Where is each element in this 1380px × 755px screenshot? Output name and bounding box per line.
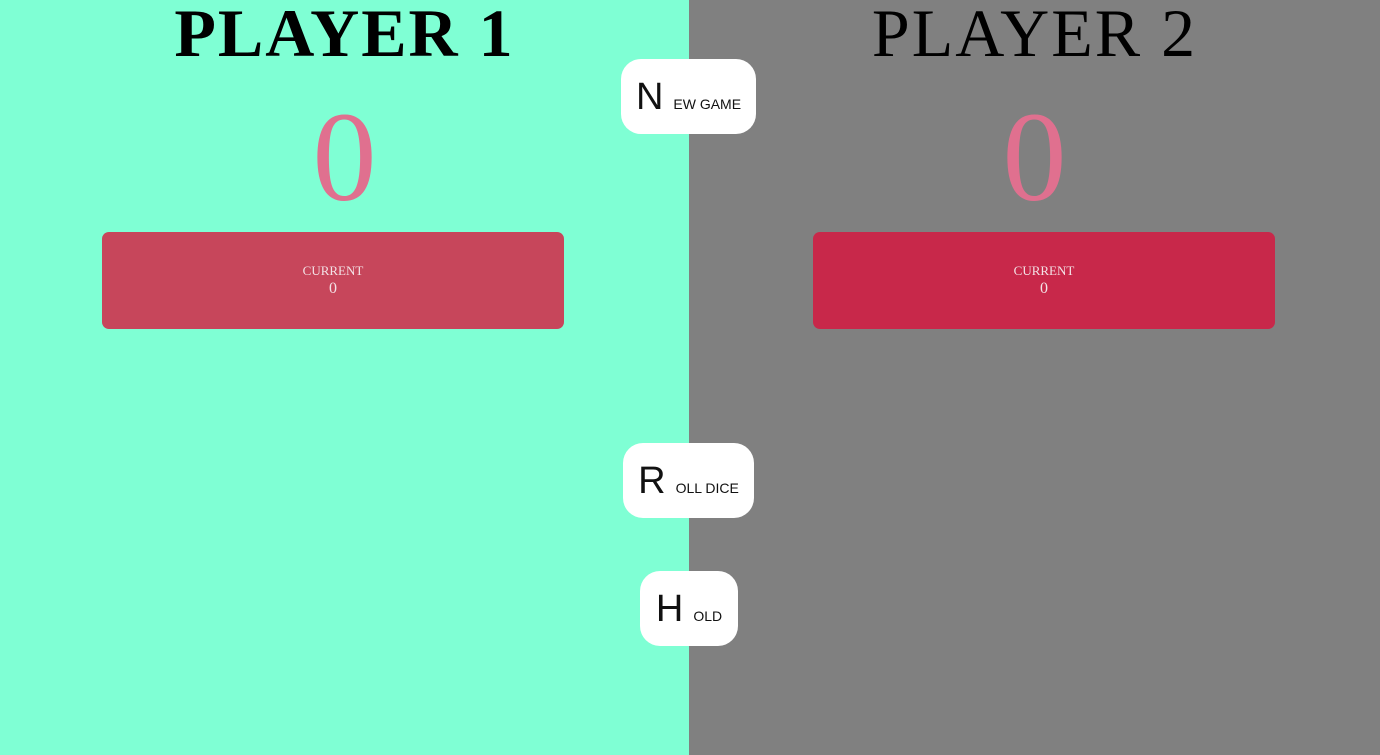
player-1-current-box: Current 0: [102, 232, 564, 329]
player-1-name: PLAYER 1: [174, 0, 515, 71]
new-game-button-initial: N: [635, 75, 664, 118]
hold-button[interactable]: H OLD: [640, 571, 738, 646]
player-2-current-box: Current 0: [813, 232, 1275, 329]
player-2-name: PLAYER 2: [871, 0, 1198, 71]
player-1-current-label: Current: [302, 263, 364, 278]
new-game-button[interactable]: N EW GAME: [621, 59, 756, 134]
player-1-score: 0: [312, 86, 377, 228]
player-1-current-score: 0: [329, 280, 337, 297]
player-1-panel: PLAYER 1 0 Current 0: [0, 0, 689, 755]
roll-dice-button[interactable]: R OLL DICE: [623, 443, 754, 518]
player-2-current-label: Current: [1013, 263, 1075, 278]
player-2-score: 0: [1002, 86, 1067, 228]
hold-button-label: OLD: [693, 607, 723, 624]
hold-button-initial: H: [655, 587, 684, 630]
player-2-current-score: 0: [1040, 280, 1048, 297]
roll-dice-button-initial: R: [638, 459, 666, 502]
new-game-button-label: EW GAME: [673, 95, 742, 112]
player-2-panel: PLAYER 2 0 Current 0: [689, 0, 1380, 755]
roll-dice-button-label: OLL DICE: [675, 479, 739, 496]
